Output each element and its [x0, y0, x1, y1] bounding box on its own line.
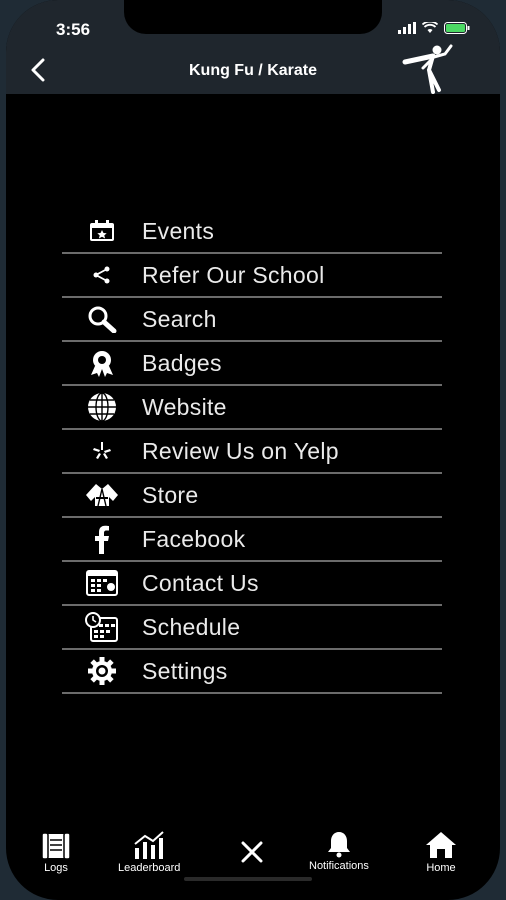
menu-item-search[interactable]: Search — [62, 298, 442, 342]
home-indicator — [184, 877, 312, 881]
menu-item-label: Contact Us — [142, 569, 259, 596]
tab-notifications[interactable]: Notifications — [309, 830, 369, 872]
menu-item-website[interactable]: Website — [62, 386, 442, 430]
bottom-tab-bar: Logs Leaderboard Notifications Home — [6, 820, 500, 880]
menu-item-label: Badges — [142, 349, 222, 376]
bar-chart-icon — [134, 831, 164, 859]
search-icon — [88, 306, 117, 333]
facebook-icon — [95, 525, 109, 554]
battery-icon — [444, 22, 470, 34]
globe-icon — [88, 392, 116, 422]
home-icon — [426, 832, 456, 858]
tab-leaderboard[interactable]: Leaderboard — [118, 830, 180, 874]
close-menu-button[interactable] — [240, 840, 264, 864]
menu-item-facebook[interactable]: Facebook — [62, 518, 442, 562]
close-icon — [241, 841, 263, 863]
menu-item-label: Refer Our School — [142, 261, 325, 288]
menu-item-contact[interactable]: Contact Us — [62, 562, 442, 606]
menu-item-schedule[interactable]: Schedule — [62, 606, 442, 650]
tab-logs[interactable]: Logs — [40, 832, 72, 874]
tab-label: Logs — [44, 862, 68, 874]
menu-item-label: Website — [142, 393, 227, 420]
calendar-icon — [90, 220, 114, 241]
menu-item-label: Review Us on Yelp — [142, 437, 339, 464]
menu-item-settings[interactable]: Settings — [62, 650, 442, 694]
share-icon — [93, 266, 110, 284]
menu-item-refer[interactable]: Refer Our School — [62, 254, 442, 298]
device-notch — [124, 0, 382, 34]
yelp-icon — [93, 442, 111, 459]
nav-header: 3:56 Kung Fu / Karate — [6, 0, 500, 94]
status-time: 3:56 — [56, 20, 91, 39]
tab-label: Notifications — [309, 860, 369, 872]
menu-item-label: Store — [142, 481, 199, 508]
tab-home[interactable]: Home — [424, 830, 458, 874]
menu-item-events[interactable]: Events — [62, 210, 442, 254]
menu-item-badges[interactable]: Badges — [62, 342, 442, 386]
badge-icon — [91, 351, 113, 377]
status-icons — [398, 22, 470, 34]
karate-kick-logo — [399, 42, 459, 99]
tab-label: Home — [426, 862, 456, 874]
menu-item-store[interactable]: Store — [62, 474, 442, 518]
uniform-icon — [86, 484, 118, 507]
scroll-icon — [41, 832, 71, 860]
menu-item-yelp[interactable]: Review Us on Yelp — [62, 430, 442, 474]
schedule-icon — [85, 612, 118, 642]
bell-icon — [327, 832, 350, 858]
kicking-figure-icon — [402, 44, 453, 94]
menu-item-label: Facebook — [142, 525, 246, 552]
menu-item-label: Events — [142, 217, 215, 244]
gear-icon — [88, 657, 116, 685]
menu-item-label: Schedule — [142, 613, 241, 640]
wifi-icon — [422, 22, 438, 33]
tab-label: Leaderboard — [118, 862, 181, 874]
menu-list: Events Refer Our School Search Badges We… — [62, 210, 442, 694]
phone-screen: 3:56 Kung Fu / Karate Events Refer Our S… — [6, 0, 500, 900]
menu-item-label: Settings — [142, 657, 228, 684]
menu-item-label: Search — [142, 305, 217, 332]
signal-icon — [398, 22, 416, 34]
contact-card-icon — [86, 570, 118, 596]
